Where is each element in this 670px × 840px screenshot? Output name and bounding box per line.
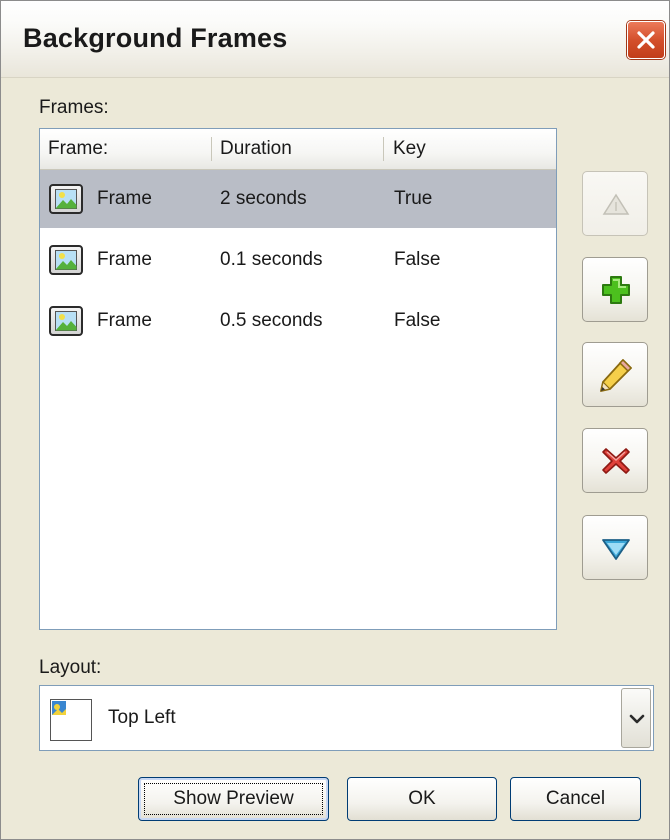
list-row-frame[interactable]: Frame 2 seconds True — [40, 170, 556, 228]
move-up-button[interactable] — [582, 171, 648, 236]
column-divider[interactable] — [383, 137, 384, 161]
image-frame-icon — [49, 184, 83, 214]
x-icon — [602, 448, 630, 474]
triangle-up-icon — [602, 193, 630, 215]
list-row-frame[interactable]: Frame 0.5 seconds False — [40, 292, 556, 350]
list-row-frame[interactable]: Frame 0.1 seconds False — [40, 231, 556, 289]
dropdown-button[interactable] — [621, 688, 651, 748]
triangle-down-icon — [602, 539, 630, 560]
layout-select[interactable]: Top Left — [39, 685, 654, 751]
frames-list[interactable]: Frame: Duration Key Frame 2 seconds True — [39, 128, 557, 630]
cell-frame: Frame — [97, 188, 152, 209]
dialog-window: Background Frames Frames: Frame: Duratio… — [0, 0, 670, 840]
chevron-down-icon — [629, 714, 645, 724]
add-frame-button[interactable] — [582, 257, 648, 322]
column-header-frame[interactable]: Frame: — [44, 129, 212, 169]
cell-duration: 0.5 seconds — [220, 310, 323, 331]
show-preview-label: Show Preview — [173, 788, 294, 809]
cell-key: False — [394, 310, 441, 331]
edit-frame-button[interactable] — [582, 342, 648, 407]
plus-icon — [602, 276, 630, 304]
image-frame-icon — [49, 245, 83, 275]
top-left-layout-icon — [50, 699, 92, 741]
show-preview-button[interactable]: Show Preview — [138, 777, 329, 821]
window-title: Background Frames — [23, 23, 288, 53]
ok-button[interactable]: OK — [347, 777, 497, 821]
cell-key: False — [394, 249, 441, 270]
column-divider[interactable] — [211, 137, 212, 161]
layout-label: Layout: — [39, 657, 102, 678]
column-header-key[interactable]: Key — [389, 129, 559, 169]
cell-duration: 0.1 seconds — [220, 249, 323, 270]
image-frame-icon — [49, 306, 83, 336]
column-header-duration[interactable]: Duration — [216, 129, 384, 169]
cell-frame: Frame — [97, 310, 152, 331]
pencil-icon — [600, 358, 633, 392]
frames-label: Frames: — [39, 97, 109, 118]
cell-key: True — [394, 188, 433, 209]
cell-frame: Frame — [97, 249, 152, 270]
move-down-button[interactable] — [582, 515, 648, 580]
cancel-label: Cancel — [545, 788, 606, 809]
cancel-button[interactable]: Cancel — [510, 777, 641, 821]
delete-frame-button[interactable] — [582, 428, 648, 493]
cell-duration: 2 seconds — [220, 188, 307, 209]
close-icon — [637, 31, 655, 49]
title-bar[interactable]: Background Frames — [1, 1, 669, 78]
ok-label: OK — [408, 788, 436, 809]
layout-selected-value: Top Left — [108, 707, 176, 728]
list-header: Frame: Duration Key — [40, 129, 556, 170]
close-button[interactable] — [627, 21, 665, 59]
